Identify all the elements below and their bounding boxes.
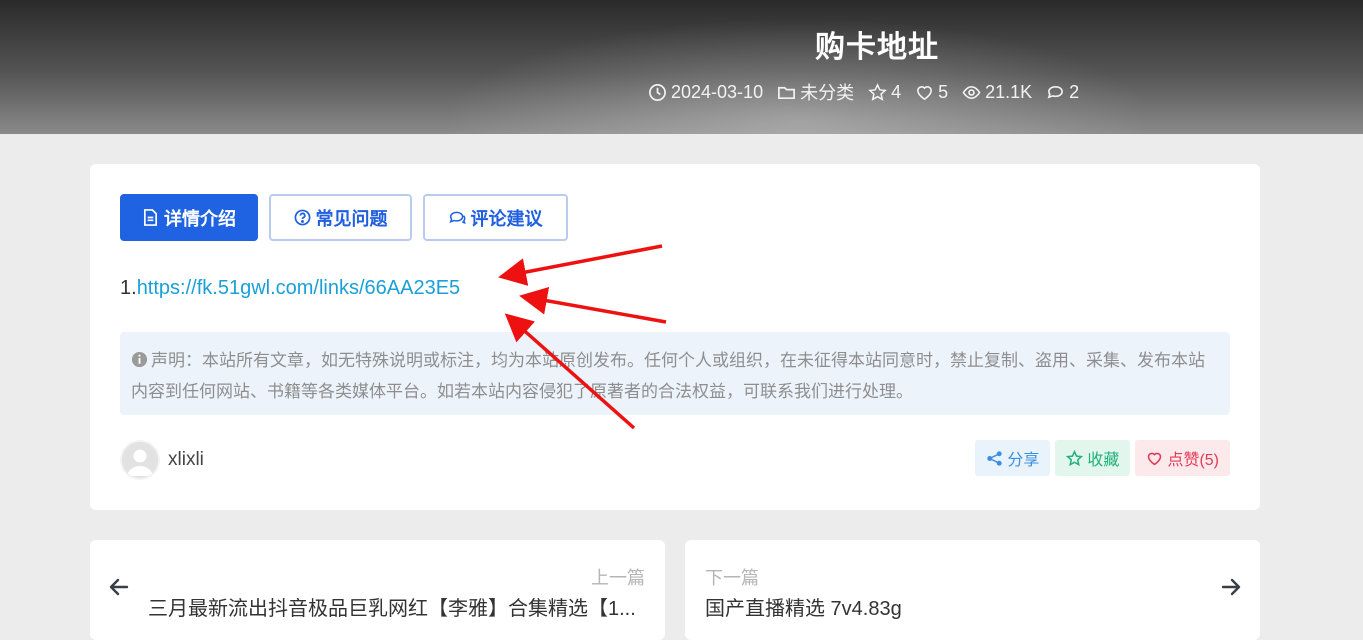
info-icon bbox=[131, 351, 148, 368]
favorite-button[interactable]: 收藏 bbox=[1055, 440, 1131, 476]
author-info[interactable]: xlixli bbox=[122, 442, 204, 478]
star-icon bbox=[868, 82, 887, 101]
heart-icon bbox=[917, 85, 933, 100]
user-avatar-icon bbox=[122, 442, 158, 478]
meta-category[interactable]: 未分类 bbox=[777, 79, 854, 105]
next-post-label: 下一篇 bbox=[705, 568, 759, 588]
copyright-notice: 声明：本站所有文章，如无特殊说明或标注，均为本站原创发布。任何个人或组织，在未征… bbox=[120, 332, 1230, 415]
purchase-link[interactable]: https://fk.51gwl.com/links/66AA23E5 bbox=[137, 277, 461, 299]
next-post-link[interactable]: 下一篇 国产直播精选 7v4.83g bbox=[685, 540, 1260, 640]
next-post-title[interactable]: 国产直播精选 7v4.83g bbox=[705, 592, 902, 621]
prev-post-link[interactable]: 上一篇 三月最新流出抖音极品巨乳网红【李雅】合集精选【1... bbox=[90, 540, 665, 640]
arrow-right-icon bbox=[1221, 578, 1241, 596]
share-icon bbox=[987, 450, 1003, 466]
post-meta: 2024-03-10 未分类 4 5 21.1K 2 bbox=[648, 80, 1093, 104]
folder-icon bbox=[778, 86, 796, 99]
clock-icon bbox=[649, 83, 666, 101]
meta-date: 2024-03-10 bbox=[648, 82, 763, 103]
like-button[interactable]: 点赞(5) bbox=[1135, 440, 1230, 476]
meta-comments: 2 bbox=[1046, 82, 1079, 103]
purchase-link-line: 1.https://fk.51gwl.com/links/66AA23E5 bbox=[120, 277, 461, 299]
post-header: 购卡地址 2024-03-10 未分类 4 5 21.1K 2 bbox=[0, 0, 1363, 134]
tab-comments[interactable]: 评论建议 bbox=[423, 194, 568, 241]
share-button[interactable]: 分享 bbox=[975, 440, 1051, 476]
page-title: 购卡地址 bbox=[815, 31, 939, 64]
post-content-card: 详情介绍 常见问题 评论建议 1.https://fk.51gwl.com/li… bbox=[90, 164, 1260, 510]
eye-icon bbox=[962, 85, 981, 99]
tab-details[interactable]: 详情介绍 bbox=[120, 194, 258, 241]
author-name[interactable]: xlixli bbox=[168, 449, 204, 471]
prev-post-label: 上一篇 bbox=[591, 568, 645, 588]
star-icon bbox=[1066, 449, 1084, 466]
heart-icon bbox=[1148, 452, 1162, 465]
comments-icon bbox=[448, 211, 466, 225]
comments-icon bbox=[1047, 85, 1064, 99]
content-tabs: 详情介绍 常见问题 评论建议 bbox=[120, 194, 579, 241]
prev-post-title[interactable]: 三月最新流出抖音极品巨乳网红【李雅】合集精选【1... bbox=[148, 592, 636, 621]
arrow-left-icon bbox=[109, 578, 129, 596]
meta-likes: 5 bbox=[915, 82, 948, 103]
tab-faq[interactable]: 常见问题 bbox=[269, 194, 412, 241]
meta-stars: 4 bbox=[868, 82, 901, 103]
document-icon bbox=[143, 209, 158, 226]
meta-views: 21.1K bbox=[962, 82, 1032, 103]
avatar[interactable] bbox=[122, 442, 158, 478]
post-actions: 分享 收藏 点赞(5) bbox=[970, 440, 1230, 476]
question-circle-icon bbox=[294, 209, 310, 226]
